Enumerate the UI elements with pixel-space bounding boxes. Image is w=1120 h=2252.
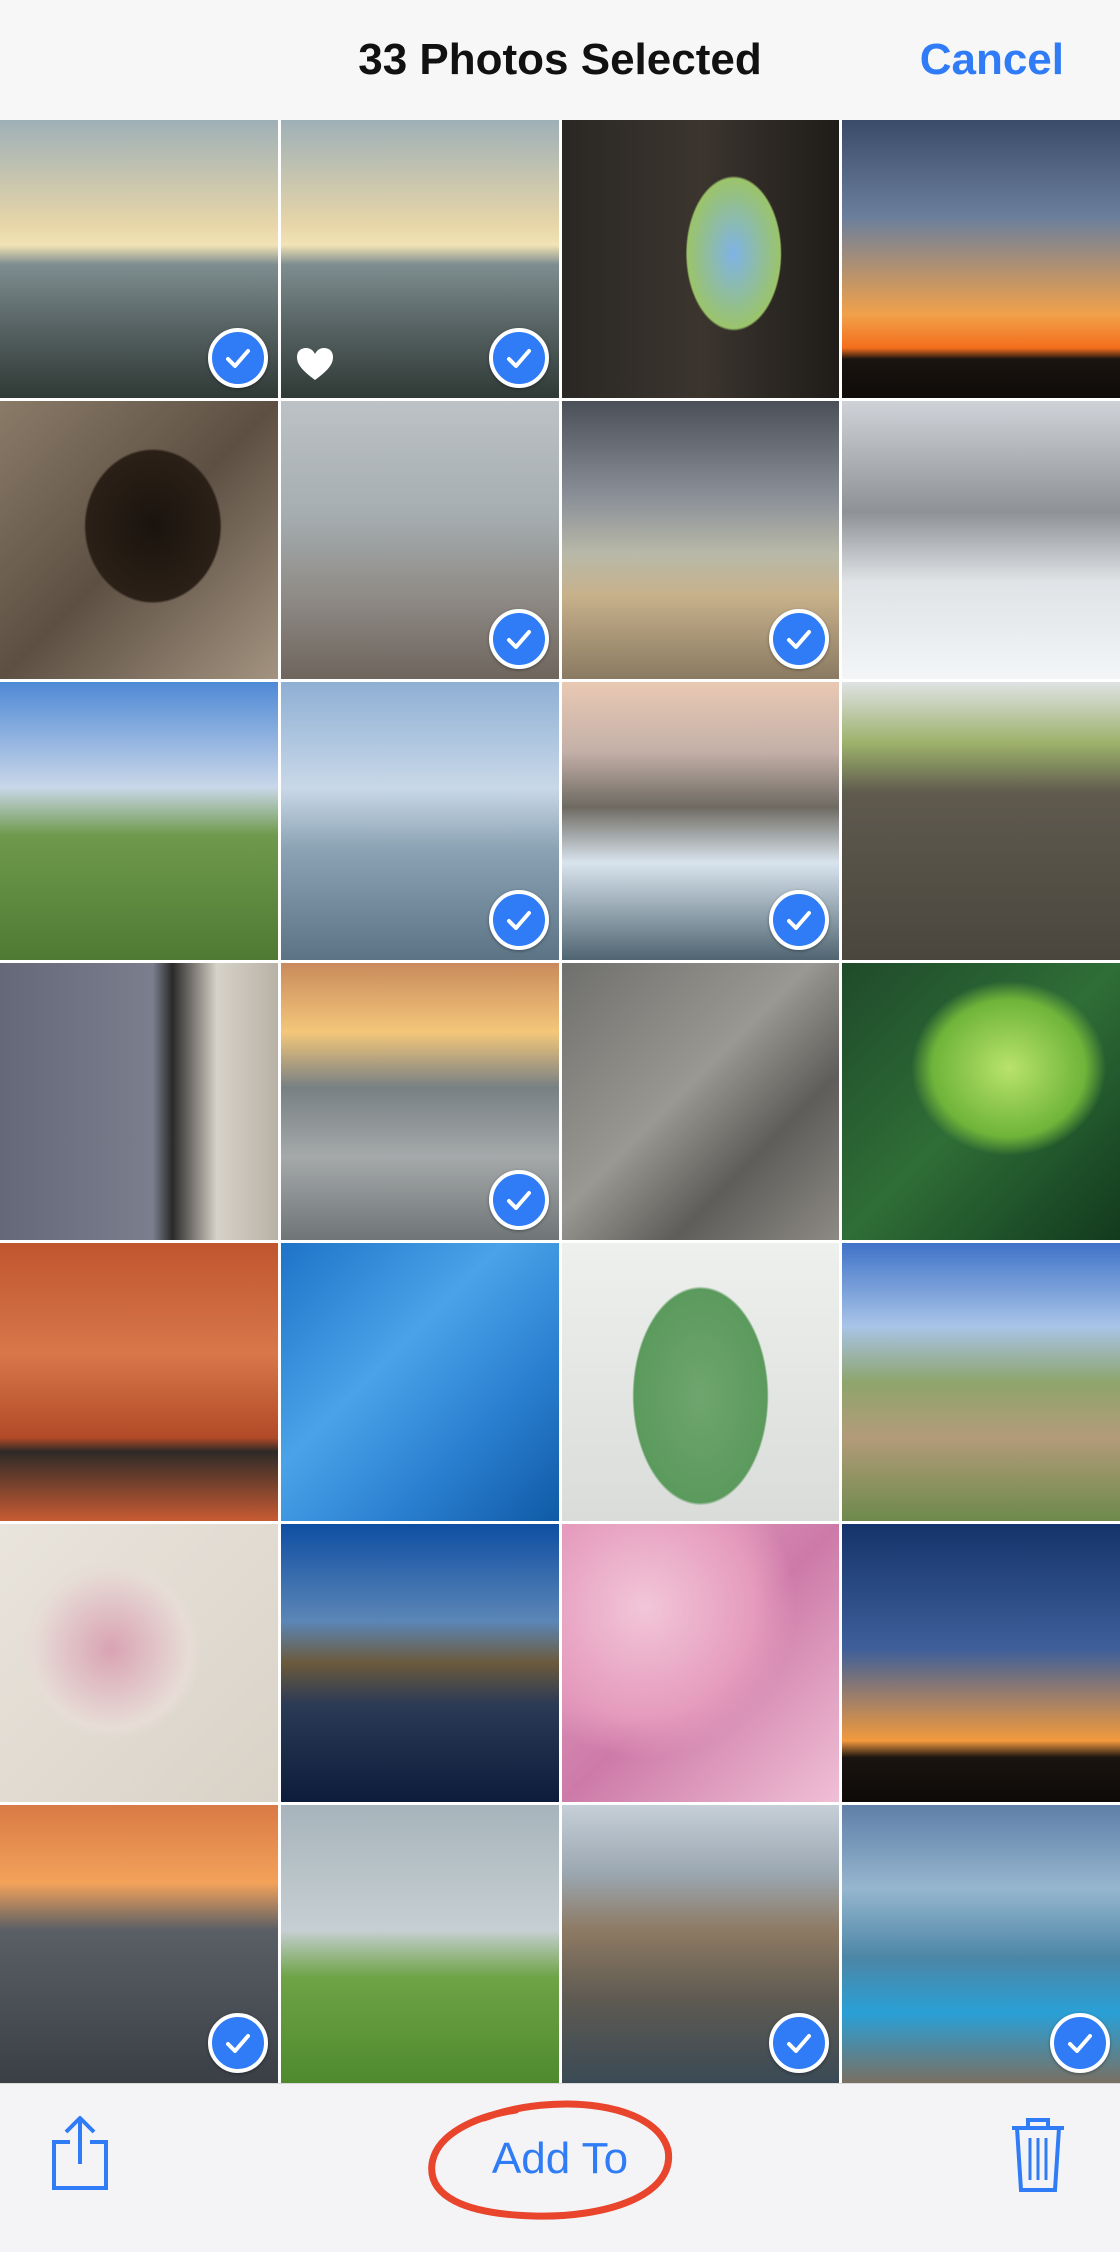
photo-sea-dusk[interactable] bbox=[280, 962, 559, 1241]
selected-checkmark-icon bbox=[207, 327, 268, 388]
add-to-button[interactable]: Add To bbox=[0, 2084, 1120, 2234]
selected-checkmark-icon bbox=[769, 608, 830, 669]
selected-checkmark-icon bbox=[488, 608, 549, 669]
photo-child-in-tree-trunk[interactable] bbox=[0, 400, 278, 679]
favorite-heart-icon bbox=[296, 347, 333, 380]
cancel-button[interactable]: Cancel bbox=[920, 0, 1064, 120]
photo-sea-sunrise-copy[interactable] bbox=[280, 120, 559, 398]
photo-hand-on-rock[interactable] bbox=[561, 962, 840, 1241]
photo-child-at-beach[interactable] bbox=[280, 400, 559, 679]
selected-checkmark-icon bbox=[769, 2013, 830, 2073]
photo-fern[interactable] bbox=[842, 962, 1120, 1241]
photo-blue-peeling-paint[interactable] bbox=[280, 1243, 559, 1522]
selected-checkmark-icon bbox=[769, 889, 830, 950]
photo-sea-sunrise[interactable] bbox=[0, 120, 278, 398]
selected-checkmark-icon bbox=[488, 1170, 549, 1231]
photo-dog-at-door[interactable] bbox=[0, 962, 278, 1241]
photo-rain-window[interactable] bbox=[280, 1805, 559, 2083]
photo-child-on-cliff[interactable] bbox=[842, 1805, 1120, 2083]
selected-checkmark-icon bbox=[1050, 2013, 1110, 2073]
photo-hill-silhouettes[interactable] bbox=[842, 1524, 1120, 1803]
selected-checkmark-icon bbox=[488, 889, 549, 950]
photo-lavender-wall[interactable] bbox=[0, 1243, 278, 1522]
photo-grid bbox=[0, 120, 1120, 2083]
photo-arch-doorway[interactable] bbox=[561, 120, 840, 398]
photo-pink-flowers[interactable] bbox=[561, 1524, 840, 1803]
bottom-toolbar: Add To bbox=[0, 2083, 1120, 2252]
selected-checkmark-icon bbox=[207, 2013, 268, 2073]
photo-harbour-boats[interactable] bbox=[561, 1805, 840, 2083]
navigation-bar: 33 Photos Selected Cancel bbox=[0, 0, 1120, 120]
photo-country-path[interactable] bbox=[842, 1243, 1120, 1522]
photo-snowy-avenue[interactable] bbox=[842, 400, 1120, 679]
photo-children-jumping[interactable] bbox=[561, 400, 840, 679]
selected-checkmark-icon bbox=[488, 327, 549, 388]
photo-lighthouse-waves[interactable] bbox=[561, 681, 840, 960]
photo-green-door[interactable] bbox=[561, 1243, 840, 1522]
photo-ponies-field[interactable] bbox=[0, 681, 278, 960]
photo-stone-wall[interactable] bbox=[842, 681, 1120, 960]
photo-ocean-sunset[interactable] bbox=[0, 1805, 278, 2083]
photo-dog-in-sea[interactable] bbox=[280, 681, 559, 960]
photo-lake-reflection[interactable] bbox=[280, 1524, 559, 1803]
photo-dandelion-seedhead[interactable] bbox=[0, 1524, 278, 1803]
photo-sunset-silhouettes[interactable] bbox=[842, 120, 1120, 398]
trash-icon[interactable] bbox=[1008, 2114, 1068, 2194]
